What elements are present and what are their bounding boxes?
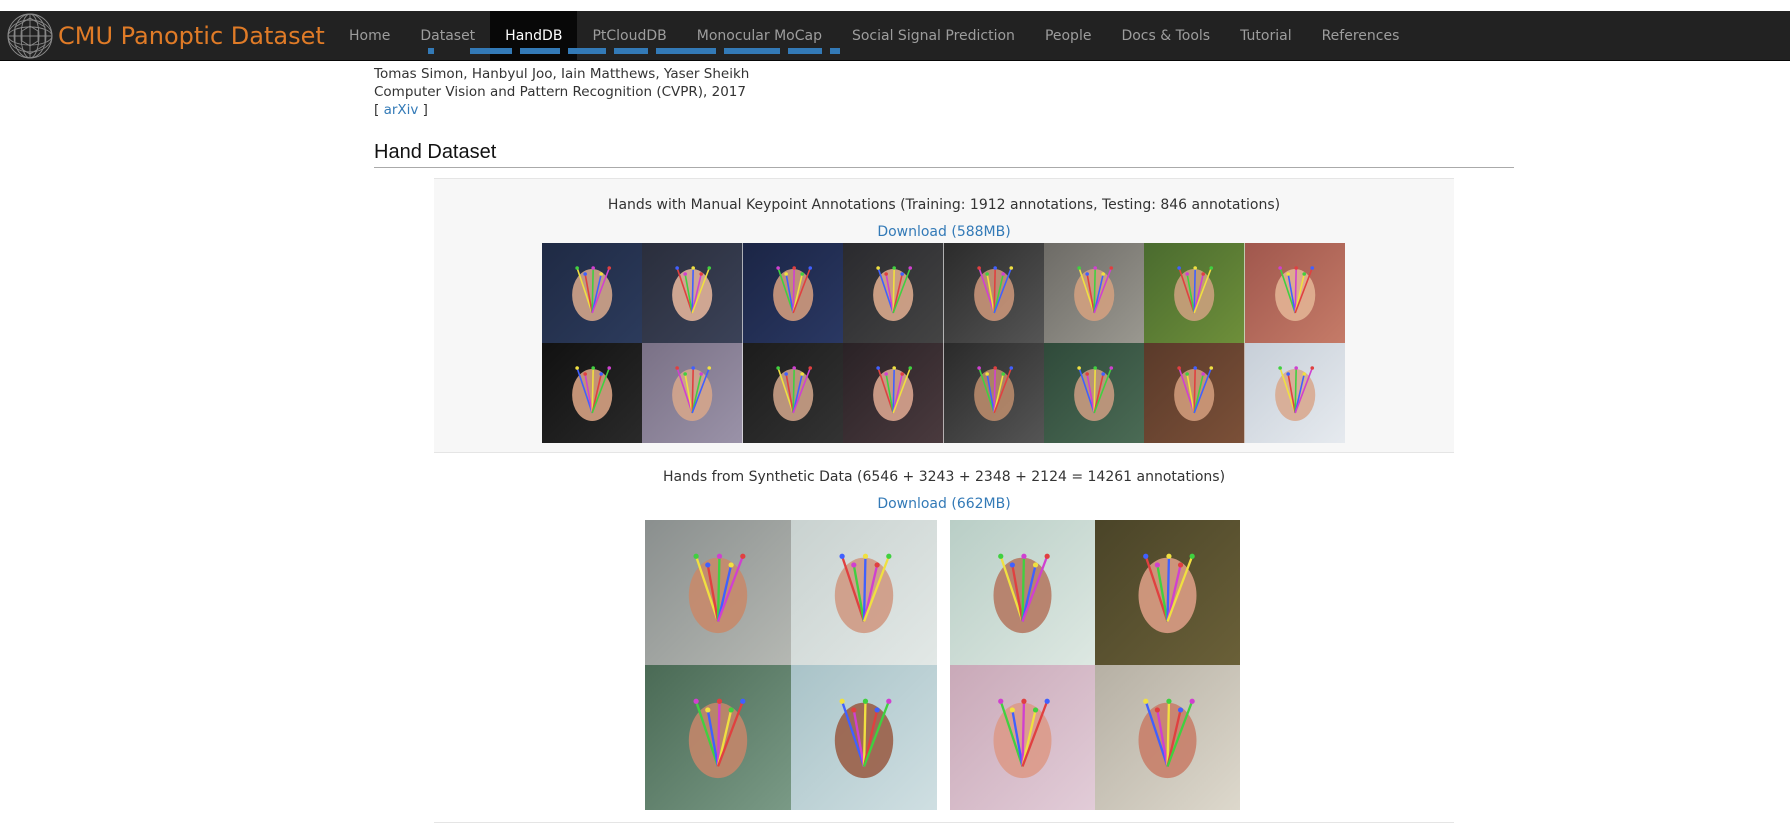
block-divider <box>434 822 1454 823</box>
paper-links: [ arXiv ] <box>374 102 428 118</box>
brand-link[interactable]: CMU Panoptic Dataset <box>4 11 325 61</box>
manual-annotation-hand-image <box>642 343 743 443</box>
synthetic-hand-image <box>950 520 1095 665</box>
synthetic-data-download-link[interactable]: Download (662MB) <box>434 496 1454 512</box>
manual-annotation-hand-image <box>1043 243 1145 343</box>
synthetic-hand-image <box>1095 520 1240 665</box>
bracket-close: ] <box>418 102 428 118</box>
manual-annotation-hand-image <box>943 343 1044 443</box>
manual-annotation-hand-image <box>1144 243 1245 343</box>
nav-item-people[interactable]: People <box>1030 11 1107 61</box>
synthetic-image-grid-right[interactable] <box>950 520 1240 810</box>
manual-annotation-hand-image <box>1244 243 1345 343</box>
synthetic-hand-image <box>950 665 1095 810</box>
manual-annotations-block: Hands with Manual Keypoint Annotations (… <box>434 178 1454 452</box>
arxiv-link[interactable]: arXiv <box>384 102 419 118</box>
manual-annotation-hand-image <box>542 243 643 343</box>
synthetic-data-block: Hands from Synthetic Data (6546 + 3243 +… <box>434 452 1454 823</box>
geodesic-sphere-logo-icon <box>4 12 56 60</box>
nav-item-tutorial[interactable]: Tutorial <box>1225 11 1306 61</box>
bracket-open: [ <box>374 102 384 118</box>
synthetic-hand-image <box>791 665 937 810</box>
manual-annotation-hand-image <box>843 343 944 443</box>
nav-item-social-signal-prediction[interactable]: Social Signal Prediction <box>837 11 1030 61</box>
paper-title-link-cut[interactable] <box>374 44 854 54</box>
manual-annotation-hand-image <box>843 243 944 343</box>
hand-dataset-heading: Hand Dataset <box>374 141 1514 168</box>
clipped-title-text-fragments <box>428 48 840 54</box>
manual-annotations-download-link[interactable]: Download (588MB) <box>434 224 1454 240</box>
paper-authors: Tomas Simon, Hanbyul Joo, Iain Matthews,… <box>374 66 750 82</box>
manual-annotation-hand-image <box>642 243 743 343</box>
manual-annotation-hand-image <box>1244 343 1345 443</box>
nav-item-references[interactable]: References <box>1307 11 1415 61</box>
synthetic-hand-image <box>645 520 791 665</box>
synthetic-hand-image <box>1095 665 1240 810</box>
manual-annotation-hand-image <box>943 243 1044 343</box>
manual-annotation-hand-image <box>1144 343 1245 443</box>
manual-annotation-hand-image <box>742 243 844 343</box>
synthetic-hand-image <box>791 520 937 665</box>
manual-annotation-hand-image <box>1043 343 1145 443</box>
manual-annotations-image-grid[interactable] <box>542 243 1345 443</box>
synthetic-hand-image <box>645 665 791 810</box>
top-navbar: CMU Panoptic Dataset Home Dataset HandDB Pt… <box>0 11 1790 61</box>
manual-annotation-hand-image <box>542 343 643 443</box>
synthetic-data-title: Hands from Synthetic Data (6546 + 3243 +… <box>662 469 1226 485</box>
brand-title: CMU Panoptic Dataset <box>58 22 325 50</box>
paper-venue: Computer Vision and Pattern Recognition … <box>374 84 746 100</box>
nav-item-docs-tools[interactable]: Docs & Tools <box>1106 11 1225 61</box>
manual-annotation-hand-image <box>742 343 844 443</box>
synthetic-image-grid-left[interactable] <box>645 520 937 810</box>
manual-annotations-title: Hands with Manual Keypoint Annotations (… <box>607 197 1281 213</box>
